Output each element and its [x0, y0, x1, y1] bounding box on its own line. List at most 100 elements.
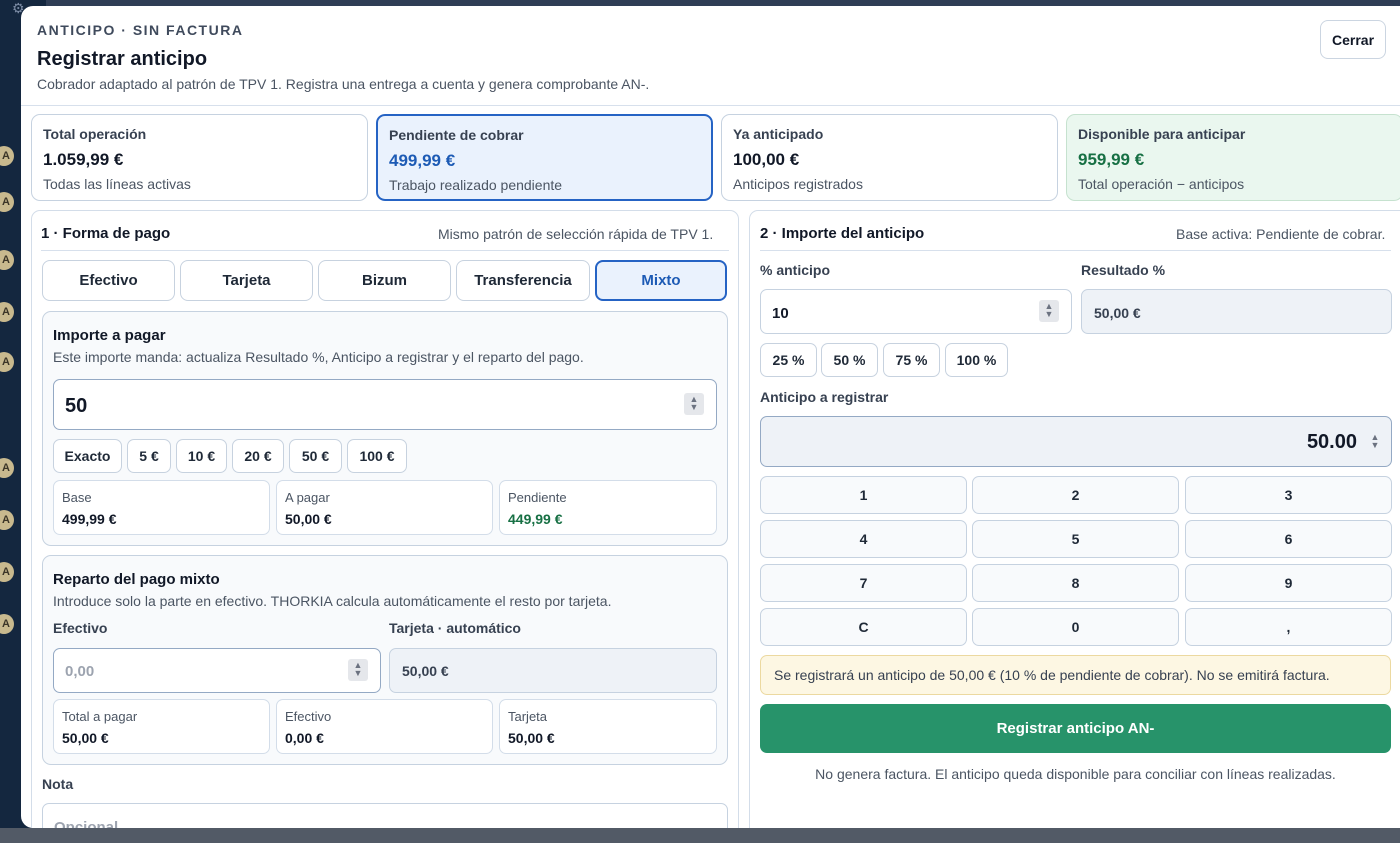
cash-input[interactable]: 0,00 ▲ ▼ — [53, 648, 381, 693]
advance-modal: ANTICIPO · SIN FACTURA Registrar anticip… — [21, 6, 1400, 828]
keypad-clear[interactable]: C — [760, 608, 967, 646]
close-button[interactable]: Cerrar — [1320, 20, 1386, 59]
stat-label: A pagar — [285, 490, 330, 505]
mixed-title: Reparto del pago mixto — [53, 571, 220, 588]
pct-input[interactable]: 10 ▲ ▼ — [760, 289, 1072, 334]
summary-value: 1.059,99 € — [43, 150, 124, 169]
avatar: A — [0, 250, 14, 270]
avatar: A — [0, 192, 14, 212]
advance-note: Base activa: Pendiente de cobrar. — [1176, 226, 1386, 242]
stepper-icon[interactable]: ▲ ▼ — [348, 659, 368, 681]
keypad-1[interactable]: 1 — [760, 476, 967, 514]
pct-input-value: 10 — [772, 305, 789, 322]
keypad-0[interactable]: 0 — [972, 608, 1179, 646]
amount-note: Este importe manda: actualiza Resultado … — [53, 349, 584, 365]
stat-value: 50,00 € — [508, 730, 555, 746]
summary-card-available: Disponible para anticipar 959,99 € Total… — [1066, 114, 1400, 201]
summary-value: 100,00 € — [733, 150, 800, 169]
method-mixto-button[interactable]: Mixto — [595, 260, 727, 301]
quick-10-button[interactable]: 10 € — [176, 439, 227, 473]
summary-label: Ya anticipado — [733, 126, 824, 142]
modal-eyebrow: ANTICIPO · SIN FACTURA — [37, 22, 244, 38]
keypad-3[interactable]: 3 — [1185, 476, 1392, 514]
quick-100-button[interactable]: 100 € — [347, 439, 407, 473]
cash-input-placeholder: 0,00 — [65, 663, 95, 680]
summary-label: Pendiente de cobrar — [389, 127, 524, 143]
stat-label: Base — [62, 490, 92, 505]
stat-a-pagar: A pagar 50,00 € — [276, 480, 493, 535]
quick-exacto-button[interactable]: Exacto — [53, 439, 122, 473]
summary-sub: Trabajo realizado pendiente — [389, 177, 563, 193]
pct-50-button[interactable]: 50 % — [821, 343, 878, 377]
payment-note: Mismo patrón de selección rápida de TPV … — [438, 226, 714, 242]
amount-to-register-value: 50.00 — [1306, 431, 1357, 453]
note-textarea[interactable]: Opcional — [42, 803, 728, 828]
modal-subtitle: Cobrador adaptado al patrón de TPV 1. Re… — [37, 76, 650, 92]
avatar: A — [0, 146, 14, 166]
quick-20-button[interactable]: 20 € — [232, 439, 284, 473]
summary-sub: Anticipos registrados — [733, 176, 863, 192]
keypad-5[interactable]: 5 — [972, 520, 1179, 558]
method-bizum-button[interactable]: Bizum — [318, 260, 451, 301]
modal-title: Registrar anticipo — [37, 48, 208, 70]
stat-label: Pendiente — [508, 490, 567, 505]
avatar: A — [0, 562, 14, 582]
amount-input-value: 50 — [65, 395, 88, 417]
divider — [41, 250, 729, 251]
keypad-9[interactable]: 9 — [1185, 564, 1392, 602]
stepper-icon[interactable]: ▲ ▼ — [1039, 300, 1059, 322]
keypad-4[interactable]: 4 — [760, 520, 967, 558]
amount-to-register-input[interactable]: 50.00 ▲ ▼ — [760, 416, 1392, 467]
stat-value: 449,99 € — [508, 511, 563, 527]
keypad-2[interactable]: 2 — [972, 476, 1179, 514]
avatar: A — [0, 302, 14, 322]
register-advance-button[interactable]: Registrar anticipo AN- — [760, 704, 1391, 753]
stat-value: 499,99 € — [62, 511, 117, 527]
result-label: Resultado % — [1081, 262, 1166, 278]
summary-label: Disponible para anticipar — [1078, 126, 1246, 142]
mixed-note: Introduce solo la parte en efectivo. THO… — [53, 593, 612, 609]
keypad-6[interactable]: 6 — [1185, 520, 1392, 558]
cash-label: Efectivo — [53, 620, 108, 636]
divider — [760, 250, 1391, 251]
pct-100-button[interactable]: 100 % — [945, 343, 1008, 377]
avatar: A — [0, 458, 14, 478]
note-placeholder: Opcional — [54, 819, 119, 828]
keypad-comma[interactable]: , — [1185, 608, 1392, 646]
card-auto-value: 50,00 € — [402, 663, 449, 679]
keypad-7[interactable]: 7 — [760, 564, 967, 602]
pct-75-button[interactable]: 75 % — [883, 343, 940, 377]
method-transferencia-button[interactable]: Transferencia — [456, 260, 590, 301]
stat-pendiente: Pendiente 449,99 € — [499, 480, 717, 535]
method-tarjeta-button[interactable]: Tarjeta — [180, 260, 313, 301]
stat-efectivo: Efectivo 0,00 € — [276, 699, 493, 754]
result-field: 50,00 € — [1081, 289, 1392, 334]
method-efectivo-button[interactable]: Efectivo — [42, 260, 175, 301]
stat-label: Total a pagar — [62, 709, 138, 724]
advance-footer-note: No genera factura. El anticipo queda dis… — [815, 766, 1336, 782]
stat-value: 50,00 € — [62, 730, 109, 746]
summary-value: 959,99 € — [1078, 150, 1145, 169]
stat-value: 0,00 € — [285, 730, 324, 746]
stat-base: Base 499,99 € — [53, 480, 270, 535]
summary-card-advanced: Ya anticipado 100,00 € Anticipos registr… — [721, 114, 1058, 201]
amount-input[interactable]: 50 ▲ ▼ — [53, 379, 717, 430]
quick-5-button[interactable]: 5 € — [127, 439, 171, 473]
keypad-8[interactable]: 8 — [972, 564, 1179, 602]
summary-card-pending[interactable]: Pendiente de cobrar 499,99 € Trabajo rea… — [376, 114, 713, 201]
payment-title: 1 · Forma de pago — [41, 225, 171, 242]
summary-value: 499,99 € — [389, 151, 456, 170]
stepper-icon[interactable]: ▲ ▼ — [684, 393, 704, 415]
stat-value: 50,00 € — [285, 511, 332, 527]
avatar: A — [0, 352, 14, 372]
summary-card-total: Total operación 1.059,99 € Todas las lín… — [31, 114, 368, 201]
pct-25-button[interactable]: 25 % — [760, 343, 817, 377]
card-auto-label: Tarjeta · automático — [389, 620, 521, 636]
avatar: A — [0, 614, 14, 634]
advance-notice: Se registrará un anticipo de 50,00 € (10… — [760, 655, 1391, 695]
pct-label: % anticipo — [760, 262, 831, 278]
stepper-icon[interactable]: ▲ ▼ — [1365, 431, 1385, 453]
stat-label: Efectivo — [285, 709, 332, 724]
amount-to-register-label: Anticipo a registrar — [760, 389, 889, 405]
quick-50-button[interactable]: 50 € — [289, 439, 342, 473]
